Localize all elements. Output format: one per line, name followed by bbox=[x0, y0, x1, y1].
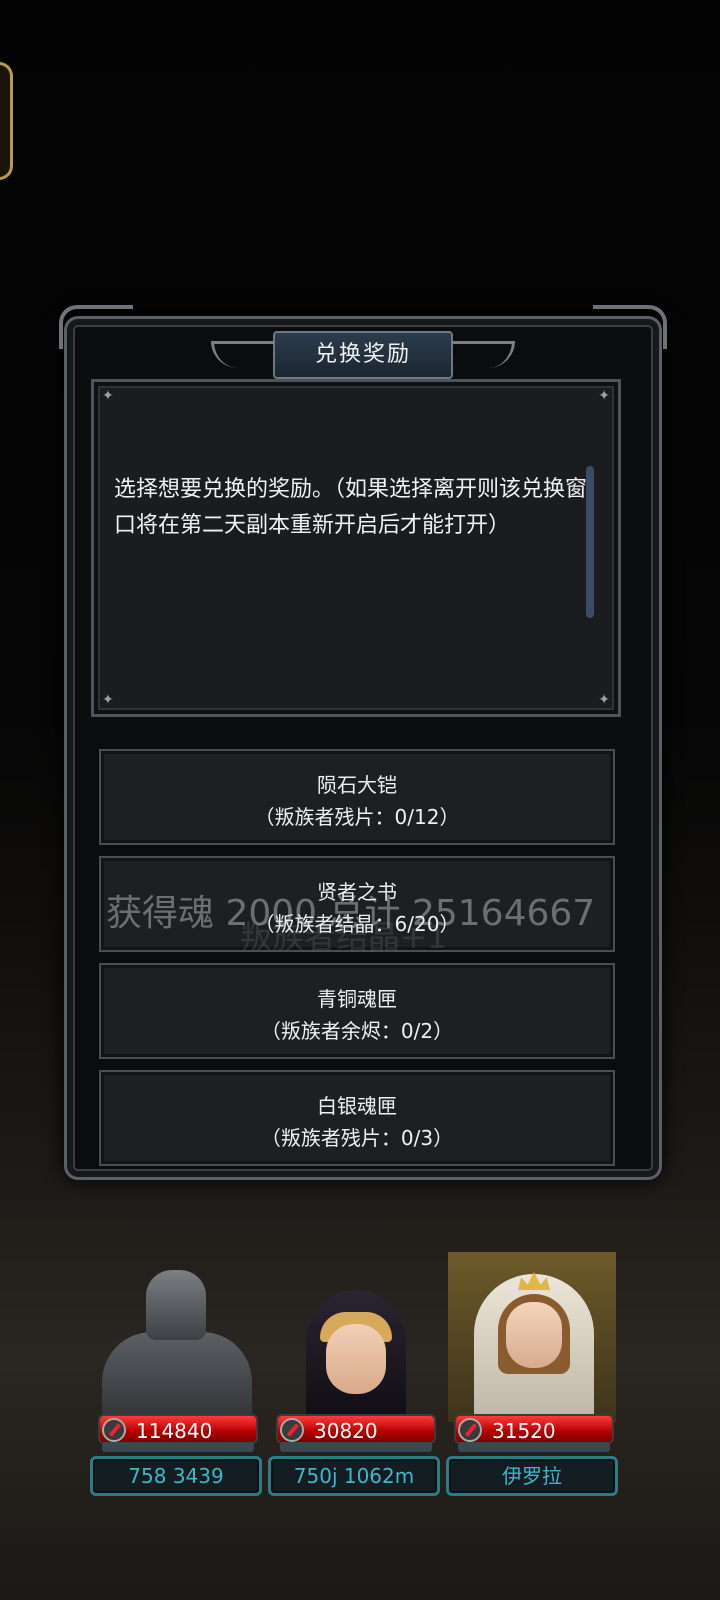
hp-value: 31520 bbox=[492, 1419, 556, 1443]
member-name: 750j 1062m bbox=[268, 1456, 440, 1496]
sparkle-icon: ✦ bbox=[102, 388, 114, 404]
option-requirement: （叛族者余烬：0/2） bbox=[260, 1019, 454, 1043]
party-member-knight[interactable]: 114840 758 3439 bbox=[88, 1244, 264, 1534]
option-name: 陨石大铠 bbox=[317, 773, 397, 797]
hp-value: 114840 bbox=[136, 1419, 213, 1443]
message-text: 选择想要兑换的奖励。（如果选择离开则该兑换窗口将在第二天副本重新开启后才能打开） bbox=[114, 477, 588, 538]
member-name: 伊罗拉 bbox=[446, 1456, 618, 1496]
party-bar: 114840 758 3439 30820 750j 1062m 31520 伊… bbox=[88, 1244, 628, 1534]
energy-bar bbox=[458, 1442, 610, 1452]
dialog-title: 兑换奖励 bbox=[211, 331, 515, 379]
exchange-reward-dialog: 兑换奖励 ✦ ✦ ✦ ✦ 选择想要兑换的奖励。（如果选择离开则该兑换窗口将在第二… bbox=[59, 305, 667, 1180]
party-member-nun[interactable]: 30820 750j 1062m bbox=[266, 1244, 442, 1534]
member-name: 758 3439 bbox=[90, 1456, 262, 1496]
option-requirement: （叛族者残片：0/12） bbox=[254, 805, 460, 829]
sparkle-icon: ✦ bbox=[102, 692, 114, 708]
sword-icon bbox=[280, 1418, 304, 1442]
energy-bar bbox=[280, 1442, 432, 1452]
priestess-portrait bbox=[448, 1252, 616, 1422]
party-member-priestess[interactable]: 31520 伊罗拉 bbox=[444, 1244, 620, 1534]
hp-bar: 31520 bbox=[454, 1414, 614, 1444]
menu-tab-ornament[interactable] bbox=[0, 62, 13, 180]
floating-soul-gain-text: 获得魂 2000 总计 25164667 bbox=[106, 893, 596, 934]
sparkle-icon: ✦ bbox=[598, 692, 610, 708]
hp-value: 30820 bbox=[314, 1419, 378, 1443]
reward-options-list: 陨石大铠 （叛族者残片：0/12） 贤者之书 （叛族者结晶：6/20） 青铜魂匣… bbox=[99, 749, 615, 1177]
hp-bar: 30820 bbox=[276, 1414, 436, 1444]
reward-option-meteor-armor[interactable]: 陨石大铠 （叛族者残片：0/12） bbox=[99, 749, 615, 845]
sparkle-icon: ✦ bbox=[598, 388, 610, 404]
reward-option-bronze-soul-box[interactable]: 青铜魂匣 （叛族者余烬：0/2） bbox=[99, 963, 615, 1059]
knight-portrait bbox=[92, 1252, 260, 1422]
sword-icon bbox=[458, 1418, 482, 1442]
message-box: ✦ ✦ ✦ ✦ 选择想要兑换的奖励。（如果选择离开则该兑换窗口将在第二天副本重新… bbox=[91, 379, 621, 717]
nun-portrait bbox=[270, 1252, 438, 1422]
reward-option-silver-soul-box[interactable]: 白银魂匣 （叛族者残片：0/3） bbox=[99, 1070, 615, 1166]
option-name: 青铜魂匣 bbox=[317, 987, 397, 1011]
sword-icon bbox=[102, 1418, 126, 1442]
option-name: 白银魂匣 bbox=[317, 1094, 397, 1118]
option-requirement: （叛族者残片：0/3） bbox=[260, 1126, 454, 1150]
hp-bar: 114840 bbox=[98, 1414, 258, 1444]
energy-bar bbox=[102, 1442, 254, 1452]
message-scrollbar[interactable] bbox=[586, 466, 594, 618]
